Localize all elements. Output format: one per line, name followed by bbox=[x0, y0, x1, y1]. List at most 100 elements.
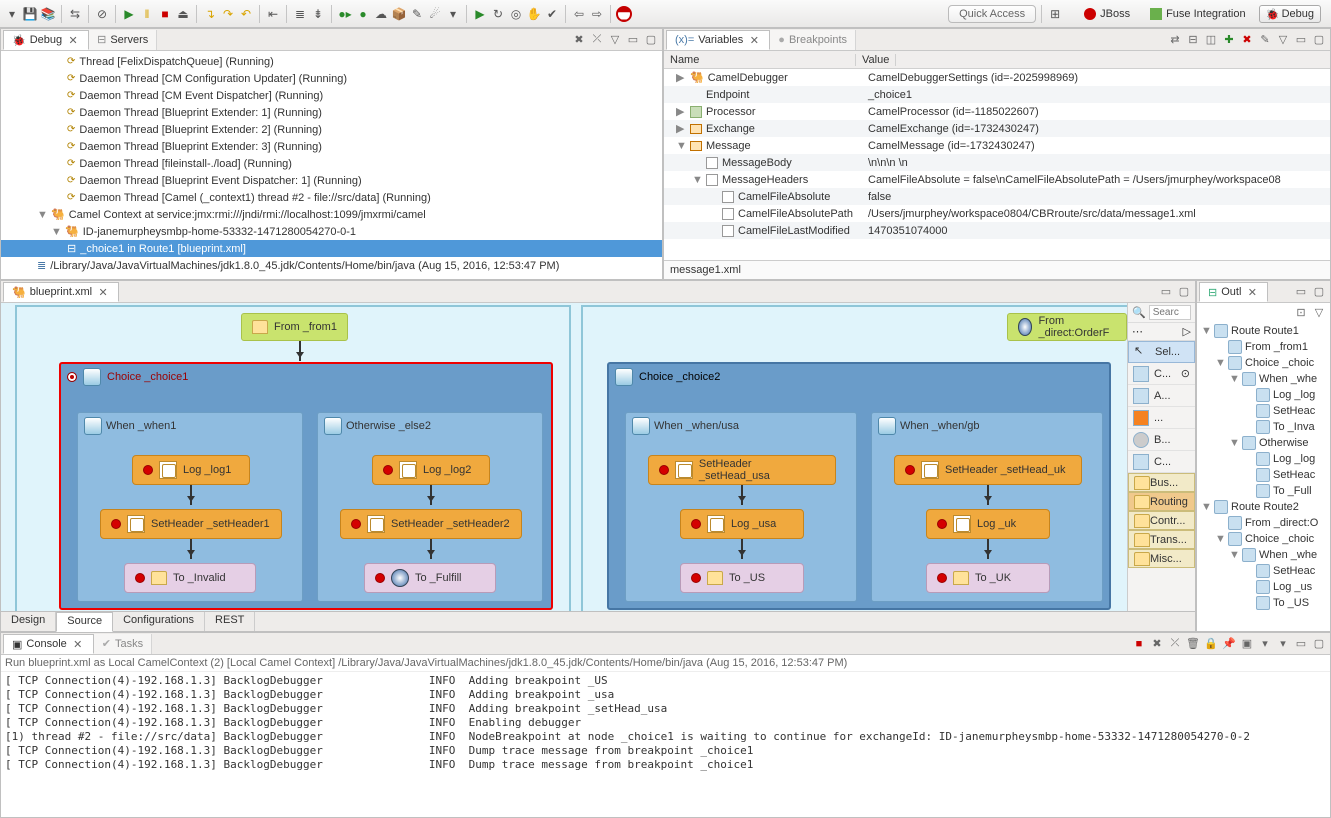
disconnect-icon[interactable]: ⏏ bbox=[175, 6, 191, 22]
skip-bp-icon[interactable]: ⊘ bbox=[94, 6, 110, 22]
route-canvas[interactable]: From _from1 Choice _choice1 When _when1 … bbox=[1, 303, 1195, 611]
drop-frame-icon[interactable]: ⇤ bbox=[265, 6, 281, 22]
outline-item[interactable]: SetHeac bbox=[1197, 467, 1330, 483]
setheader-node-1[interactable]: SetHeader _setHeader1 bbox=[100, 509, 282, 539]
to-node-us[interactable]: To _US bbox=[680, 563, 804, 593]
check-icon[interactable]: ✔ bbox=[544, 6, 560, 22]
step-into-icon[interactable]: ↴ bbox=[202, 6, 218, 22]
setheader-node-usa[interactable]: SetHeader _setHead_usa bbox=[648, 455, 836, 485]
log-node-1[interactable]: Log _log1 bbox=[132, 455, 250, 485]
chevron-icon[interactable]: ▼ bbox=[37, 209, 47, 221]
breakpoint-icon[interactable] bbox=[691, 519, 701, 529]
debug-thread-row[interactable]: ⟳Daemon Thread [fileinstall-./load] (Run… bbox=[1, 155, 662, 172]
perspective-jboss[interactable]: JBoss bbox=[1077, 5, 1137, 23]
variable-row[interactable]: MessageBody\n\n\n \n bbox=[664, 154, 1330, 171]
debug-thread-row[interactable]: ⟳Daemon Thread [Blueprint Extender: 3] (… bbox=[1, 138, 662, 155]
palette-cat-bus[interactable]: Bus... bbox=[1128, 473, 1195, 492]
maximize-icon[interactable]: ▢ bbox=[644, 33, 658, 47]
outline-item[interactable]: ▼Choice _choic bbox=[1197, 355, 1330, 371]
breakpoint-icon[interactable] bbox=[905, 465, 915, 475]
tab-breakpoints[interactable]: ●Breakpoints bbox=[770, 30, 856, 50]
palette-item-c[interactable]: C...⊙ bbox=[1128, 363, 1195, 385]
outline-item[interactable]: Log _us bbox=[1197, 579, 1330, 595]
outline-menu-icon[interactable]: ▽ bbox=[1312, 305, 1326, 319]
palette-cat-misc[interactable]: Misc... bbox=[1128, 549, 1195, 568]
chevron-icon[interactable]: ▼ bbox=[1229, 437, 1239, 449]
breakpoint-icon[interactable] bbox=[691, 573, 701, 583]
remove-launch-icon[interactable]: ✖ bbox=[1150, 637, 1164, 651]
breakpoint-icon[interactable] bbox=[383, 465, 393, 475]
resume-icon[interactable]: ▶ bbox=[121, 6, 137, 22]
breakpoint-icon[interactable] bbox=[659, 465, 669, 475]
cycle-icon[interactable]: ↻ bbox=[490, 6, 506, 22]
outline-item[interactable]: Log _log bbox=[1197, 387, 1330, 403]
palette-select[interactable]: ↖Sel... bbox=[1128, 341, 1195, 363]
gear-icon[interactable]: ◎ bbox=[508, 6, 524, 22]
menu-icon[interactable]: ▽ bbox=[608, 33, 622, 47]
step-filters2-icon[interactable]: ⇟ bbox=[310, 6, 326, 22]
pin-icon[interactable]: 📌 bbox=[1222, 637, 1236, 651]
outline-item[interactable]: ▼Route Route1 bbox=[1197, 323, 1330, 339]
outline-item[interactable]: SetHeac bbox=[1197, 403, 1330, 419]
variable-row[interactable]: CamelFileLastModified1470351074000 bbox=[664, 222, 1330, 239]
debug-thread-row[interactable]: ⟳Daemon Thread [Blueprint Extender: 2] (… bbox=[1, 121, 662, 138]
breakpoint-icon[interactable] bbox=[351, 519, 361, 529]
tab-variables[interactable]: (x)=Variables✕ bbox=[666, 30, 770, 50]
minimize-icon[interactable]: ▭ bbox=[1159, 285, 1173, 299]
hand-icon[interactable]: ✋ bbox=[526, 6, 542, 22]
palette-item-b[interactable]: B... bbox=[1128, 429, 1195, 451]
save-icon[interactable]: 💾 bbox=[22, 6, 38, 22]
redhat-icon[interactable] bbox=[616, 6, 632, 22]
minimize-icon[interactable]: ▭ bbox=[1294, 285, 1308, 299]
from-node-direct[interactable]: From _direct:OrderF bbox=[1007, 313, 1127, 341]
palette-cat-trans[interactable]: Trans... bbox=[1128, 530, 1195, 549]
debug-thread-row[interactable]: ⟳Daemon Thread [Blueprint Extender: 1] (… bbox=[1, 104, 662, 121]
new-console-icon[interactable]: ▾ bbox=[1276, 637, 1290, 651]
remove-launch-icon[interactable]: ✖ bbox=[572, 33, 586, 47]
debug-thread-row[interactable]: ≣/Library/Java/JavaVirtualMachines/jdk1.… bbox=[1, 257, 662, 274]
minimize-icon[interactable]: ▭ bbox=[626, 33, 640, 47]
to-node-invalid[interactable]: To _Invalid bbox=[124, 563, 256, 593]
collapse-icon[interactable]: ⊟ bbox=[1186, 33, 1200, 47]
outline-thumbnail-icon[interactable]: ⊡ bbox=[1294, 305, 1308, 319]
minimize-icon[interactable]: ▭ bbox=[1294, 33, 1308, 47]
perspective-debug[interactable]: 🐞Debug bbox=[1259, 5, 1321, 23]
console-output[interactable]: [ TCP Connection(4)-192.168.1.3] Backlog… bbox=[1, 672, 1330, 817]
setheader-node-2[interactable]: SetHeader _setHeader2 bbox=[340, 509, 522, 539]
chevron-icon[interactable]: ▼ bbox=[1229, 373, 1239, 385]
expand-icon[interactable]: ⋯ bbox=[1132, 325, 1143, 338]
clear-icon[interactable]: 🗑 bbox=[1186, 637, 1200, 651]
minimize-icon[interactable]: ▭ bbox=[1294, 637, 1308, 651]
breakpoint-icon[interactable] bbox=[143, 465, 153, 475]
chevron-icon[interactable]: ▶ bbox=[676, 122, 686, 135]
palette-cat-routing[interactable]: Routing bbox=[1128, 492, 1195, 511]
debug-thread-row[interactable]: ⟳Daemon Thread [CM Configuration Updater… bbox=[1, 70, 662, 87]
debug-thread-row[interactable]: ⟳Daemon Thread [Blueprint Event Dispatch… bbox=[1, 172, 662, 189]
close-icon[interactable]: ✕ bbox=[66, 33, 80, 47]
wand-icon[interactable]: ☄ bbox=[427, 6, 443, 22]
outline-item[interactable]: From _from1 bbox=[1197, 339, 1330, 355]
menu-icon[interactable]: ▷ bbox=[1183, 325, 1191, 338]
open-console-icon[interactable]: ▾ bbox=[1258, 637, 1272, 651]
logical-icon[interactable]: ◫ bbox=[1204, 33, 1218, 47]
log-node-uk[interactable]: Log _uk bbox=[926, 509, 1050, 539]
variable-row[interactable]: ▶ProcessorCamelProcessor (id=-1185022607… bbox=[664, 103, 1330, 120]
to-node-uk[interactable]: To _UK bbox=[926, 563, 1050, 593]
palette-item-c2[interactable]: C... bbox=[1128, 451, 1195, 473]
outline-item[interactable]: Log _log bbox=[1197, 451, 1330, 467]
outline-item[interactable]: To _Full bbox=[1197, 483, 1330, 499]
outline-item[interactable]: ▼Choice _choic bbox=[1197, 531, 1330, 547]
when-node-1[interactable]: When _when1 Log _log1 SetHeader _setHead… bbox=[77, 412, 303, 602]
close-icon[interactable]: ✕ bbox=[71, 637, 85, 651]
step-over-icon[interactable]: ↷ bbox=[220, 6, 236, 22]
chevron-icon[interactable]: ▼ bbox=[1201, 325, 1211, 337]
variable-row[interactable]: ▼MessageHeadersCamelFileAbsolute = false… bbox=[664, 171, 1330, 188]
debug-thread-row[interactable]: ⟳Thread [FelixDispatchQueue] (Running) bbox=[1, 53, 662, 70]
palette-cat-contr[interactable]: Contr... bbox=[1128, 511, 1195, 530]
choice-node-2[interactable]: Choice _choice2 When _when/usa SetHeader… bbox=[607, 362, 1111, 610]
remove-all-icon[interactable]: ⤫ bbox=[1168, 637, 1182, 651]
maximize-icon[interactable]: ▢ bbox=[1312, 285, 1326, 299]
run-icon[interactable]: ●▸ bbox=[337, 6, 353, 22]
chevron-icon[interactable]: ▼ bbox=[692, 174, 702, 186]
variable-row[interactable]: Endpoint_choice1 bbox=[664, 86, 1330, 103]
